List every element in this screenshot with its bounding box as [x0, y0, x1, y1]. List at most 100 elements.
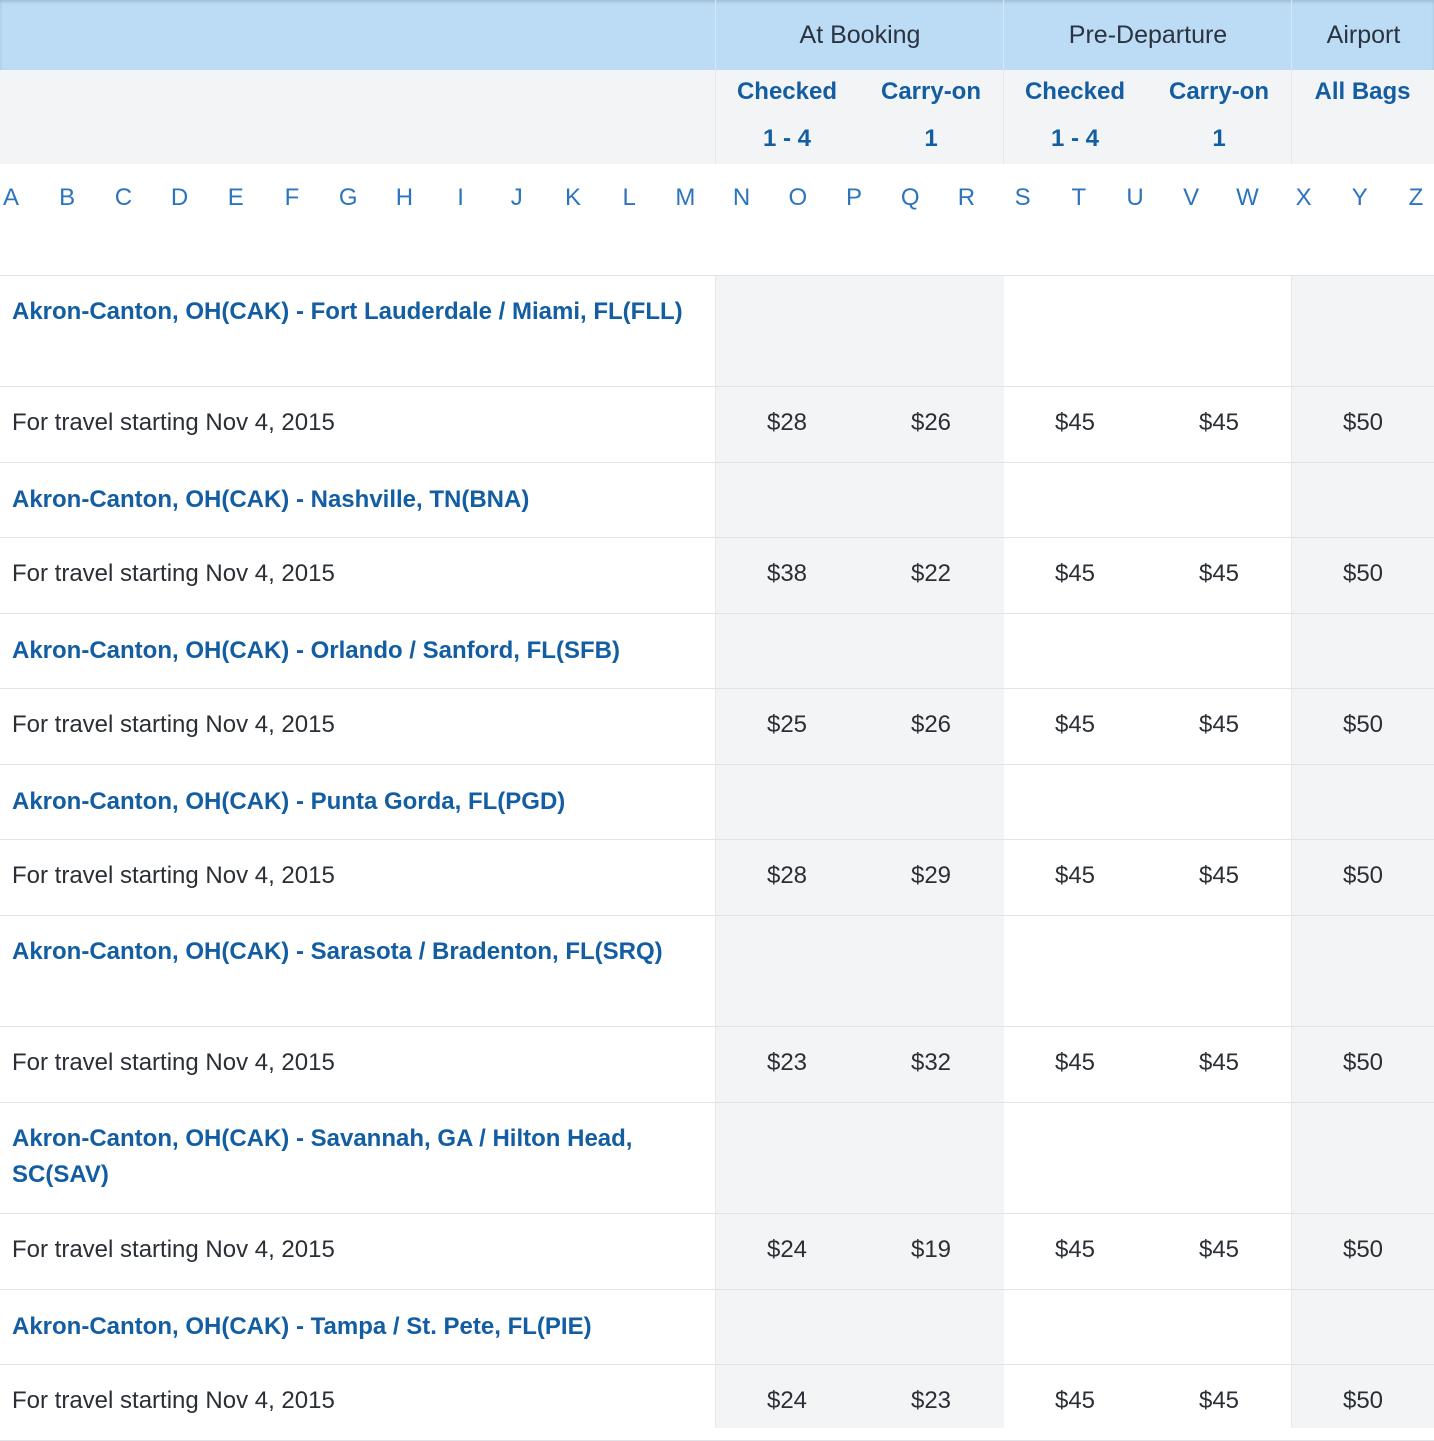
- route-name: Akron-Canton, OH(CAK) - Nashville, TN(BN…: [12, 486, 530, 513]
- alphabet-index: ABCDEFGHIJKLMNOPQRSTUVWXYZ: [0, 164, 1434, 276]
- price-airport-all: $50: [1342, 1049, 1384, 1076]
- alphabet-link-k[interactable]: K: [553, 184, 593, 212]
- price-predeparture-checked: $45: [1054, 1387, 1096, 1414]
- travel-start-label: For travel starting Nov 4, 2015: [12, 862, 335, 889]
- fare-row: For travel starting Nov 4, 2015 $38 $22 $45…: [0, 538, 1434, 614]
- price-predeparture-carryon: $45: [1198, 1387, 1240, 1414]
- price-predeparture-checked: $45: [1054, 862, 1096, 889]
- column-header-bag-count: 1: [924, 125, 938, 152]
- alphabet-link-g[interactable]: G: [328, 184, 368, 212]
- route-name: Akron-Canton, OH(CAK) - Savannah, GA / H…: [12, 1125, 633, 1188]
- price-predeparture-checked: $45: [1054, 1236, 1096, 1263]
- alphabet-link-m[interactable]: M: [665, 184, 705, 212]
- route-row: Akron-Canton, OH(CAK) - Fort Lauderdale …: [0, 276, 1434, 387]
- fee-group-header: At Booking Pre-Departure Airport: [0, 0, 1434, 70]
- alphabet-link-a[interactable]: A: [0, 184, 31, 212]
- alphabet-link-v[interactable]: V: [1171, 184, 1211, 212]
- route-name: Akron-Canton, OH(CAK) - Punta Gorda, FL(…: [12, 788, 566, 815]
- fare-row: For travel starting Nov 4, 2015 $24 $19 $45…: [0, 1214, 1434, 1290]
- fare-row: For travel starting Nov 4, 2015 $25 $26 $45…: [0, 689, 1434, 765]
- price-predeparture-checked: $45: [1054, 409, 1096, 436]
- travel-start-label: For travel starting Nov 4, 2015: [12, 409, 335, 436]
- price-predeparture-carryon: $45: [1198, 1049, 1240, 1076]
- fare-row: For travel starting Nov 4, 2015 $28 $26 $45…: [0, 387, 1434, 463]
- alphabet-link-f[interactable]: F: [272, 184, 312, 212]
- alphabet-link-s[interactable]: S: [1003, 184, 1043, 212]
- alphabet-link-x[interactable]: X: [1284, 184, 1324, 212]
- price-predeparture-checked: $45: [1054, 560, 1096, 587]
- alphabet-link-d[interactable]: D: [160, 184, 200, 212]
- travel-start-label: For travel starting Nov 4, 2015: [12, 1049, 335, 1076]
- price-booking-carryon: $32: [910, 1049, 952, 1076]
- alphabet-link-t[interactable]: T: [1059, 184, 1099, 212]
- price-airport-all: $50: [1342, 711, 1384, 738]
- alphabet-link-p[interactable]: P: [834, 184, 874, 212]
- alphabet-link-h[interactable]: H: [384, 184, 424, 212]
- column-header-title: Carry-on: [1168, 78, 1270, 105]
- price-booking-carryon: $23: [910, 1387, 952, 1414]
- route-name: Akron-Canton, OH(CAK) - Fort Lauderdale …: [12, 298, 683, 325]
- price-predeparture-carryon: $45: [1198, 409, 1240, 436]
- fare-row: For travel starting Nov 4, 2015 $28 $29 $45…: [0, 840, 1434, 916]
- alphabet-link-e[interactable]: E: [216, 184, 256, 212]
- price-airport-all: $50: [1342, 560, 1384, 587]
- alphabet-link-i[interactable]: I: [441, 184, 481, 212]
- route-fee-table: Akron-Canton, OH(CAK) - Fort Lauderdale …: [0, 276, 1434, 1441]
- column-header-title: Checked: [736, 78, 838, 105]
- alphabet-link-z[interactable]: Z: [1396, 184, 1434, 212]
- route-row: Akron-Canton, OH(CAK) - Nashville, TN(BN…: [0, 463, 1434, 538]
- route-row: Akron-Canton, OH(CAK) - Orlando / Sanfor…: [0, 614, 1434, 689]
- route-row: Akron-Canton, OH(CAK) - Punta Gorda, FL(…: [0, 765, 1434, 840]
- price-predeparture-carryon: $45: [1198, 711, 1240, 738]
- alphabet-link-w[interactable]: W: [1227, 184, 1267, 212]
- price-booking-checked: $38: [766, 560, 808, 587]
- price-booking-checked: $23: [766, 1049, 808, 1076]
- group-pre-departure: Pre-Departure: [1003, 0, 1292, 70]
- price-predeparture-carryon: $45: [1198, 862, 1240, 889]
- price-booking-checked: $24: [766, 1387, 808, 1414]
- route-name: Akron-Canton, OH(CAK) - Tampa / St. Pete…: [12, 1313, 592, 1340]
- alphabet-link-n[interactable]: N: [722, 184, 762, 212]
- route-row: Akron-Canton, OH(CAK) - Tampa / St. Pete…: [0, 1290, 1434, 1365]
- alphabet-link-r[interactable]: R: [946, 184, 986, 212]
- group-at-booking: At Booking: [715, 0, 1004, 70]
- column-header-title: Checked: [1024, 78, 1126, 105]
- alphabet-link-b[interactable]: B: [47, 184, 87, 212]
- price-booking-checked: $28: [766, 862, 808, 889]
- fare-row: For travel starting Nov 4, 2015 $23 $32 $45…: [0, 1027, 1434, 1103]
- column-header-bag-count: 1: [1212, 125, 1226, 152]
- column-header-predeparture-checked: Checked 1 - 4: [1003, 70, 1147, 164]
- price-booking-carryon: $26: [910, 711, 952, 738]
- price-booking-carryon: $26: [910, 409, 952, 436]
- column-header-booking-checked: Checked 1 - 4: [715, 70, 859, 164]
- price-airport-all: $50: [1342, 409, 1384, 436]
- alphabet-link-y[interactable]: Y: [1340, 184, 1380, 212]
- price-booking-carryon: $22: [910, 560, 952, 587]
- column-header-predeparture-carryon: Carry-on 1: [1147, 70, 1291, 164]
- price-predeparture-carryon: $45: [1198, 1236, 1240, 1263]
- alphabet-link-c[interactable]: C: [103, 184, 143, 212]
- price-booking-checked: $28: [766, 409, 808, 436]
- travel-start-label: For travel starting Nov 4, 2015: [12, 560, 335, 587]
- alphabet-link-u[interactable]: U: [1115, 184, 1155, 212]
- route-row: Akron-Canton, OH(CAK) - Savannah, GA / H…: [0, 1103, 1434, 1214]
- price-booking-carryon: $29: [910, 862, 952, 889]
- travel-start-label: For travel starting Nov 4, 2015: [12, 711, 335, 738]
- column-header-booking-carryon: Carry-on 1: [859, 70, 1003, 164]
- alphabet-link-l[interactable]: L: [609, 184, 649, 212]
- route-row: Akron-Canton, OH(CAK) - Sarasota / Brade…: [0, 916, 1434, 1027]
- price-booking-checked: $24: [766, 1236, 808, 1263]
- price-airport-all: $50: [1342, 1236, 1384, 1263]
- alphabet-link-j[interactable]: J: [497, 184, 537, 212]
- column-header-bag-count: 1 - 4: [1050, 125, 1100, 152]
- fare-row: For travel starting Nov 4, 2015 $24 $23 $45…: [0, 1365, 1434, 1441]
- travel-start-label: For travel starting Nov 4, 2015: [12, 1236, 335, 1263]
- alphabet-link-q[interactable]: Q: [890, 184, 930, 212]
- column-header-title: Carry-on: [880, 78, 982, 105]
- price-predeparture-checked: $45: [1054, 711, 1096, 738]
- alphabet-link-o[interactable]: O: [778, 184, 818, 212]
- route-name: Akron-Canton, OH(CAK) - Orlando / Sanfor…: [12, 637, 620, 664]
- price-booking-checked: $25: [766, 711, 808, 738]
- price-airport-all: $50: [1342, 1387, 1384, 1414]
- travel-start-label: For travel starting Nov 4, 2015: [12, 1387, 335, 1414]
